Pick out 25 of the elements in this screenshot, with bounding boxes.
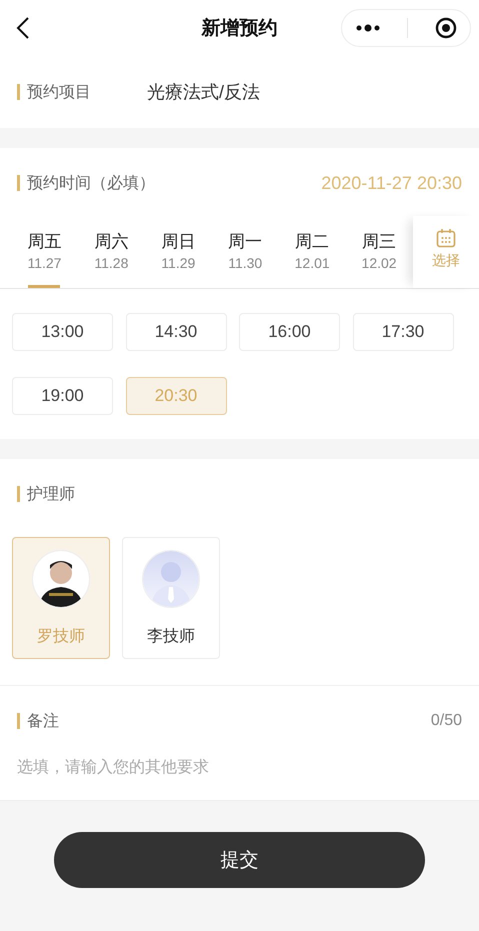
section-label: 预约时间（必填）: [27, 174, 155, 194]
date-tab[interactable]: 周二 12.01: [278, 216, 346, 288]
date-tab[interactable]: 周一 11.30: [212, 216, 279, 288]
project-name: 光療法式/反法: [147, 81, 260, 104]
time-slot[interactable]: 14:30: [126, 313, 226, 351]
remark-field[interactable]: 选填，请输入您的其他要求: [17, 752, 457, 784]
date-tab[interactable]: 周三 12.02: [346, 216, 413, 288]
date-tab[interactable]: 周六 11.28: [78, 216, 145, 288]
more-icon[interactable]: [356, 24, 380, 32]
section-label: 备注: [27, 712, 59, 732]
time-slot[interactable]: 19:00: [12, 377, 113, 415]
staff-card[interactable]: 李技师: [122, 537, 220, 659]
time-slot[interactable]: 17:30: [352, 313, 454, 351]
date-tab[interactable]: 周日 11.29: [144, 216, 212, 288]
submit-button[interactable]: 提交: [54, 832, 425, 888]
page-title: 新增预约: [202, 16, 278, 41]
back-icon[interactable]: [16, 17, 30, 39]
character-count: 0/50: [430, 712, 462, 730]
section-label: 护理师: [27, 484, 75, 504]
time-slot[interactable]: 13:00: [12, 313, 113, 351]
selected-time: 2020-11-27 20:30: [321, 172, 462, 194]
time-slot[interactable]: 16:00: [239, 313, 340, 351]
section-label: 预约项目: [27, 82, 91, 102]
calendar-icon: [436, 228, 456, 248]
close-icon[interactable]: [434, 17, 456, 39]
